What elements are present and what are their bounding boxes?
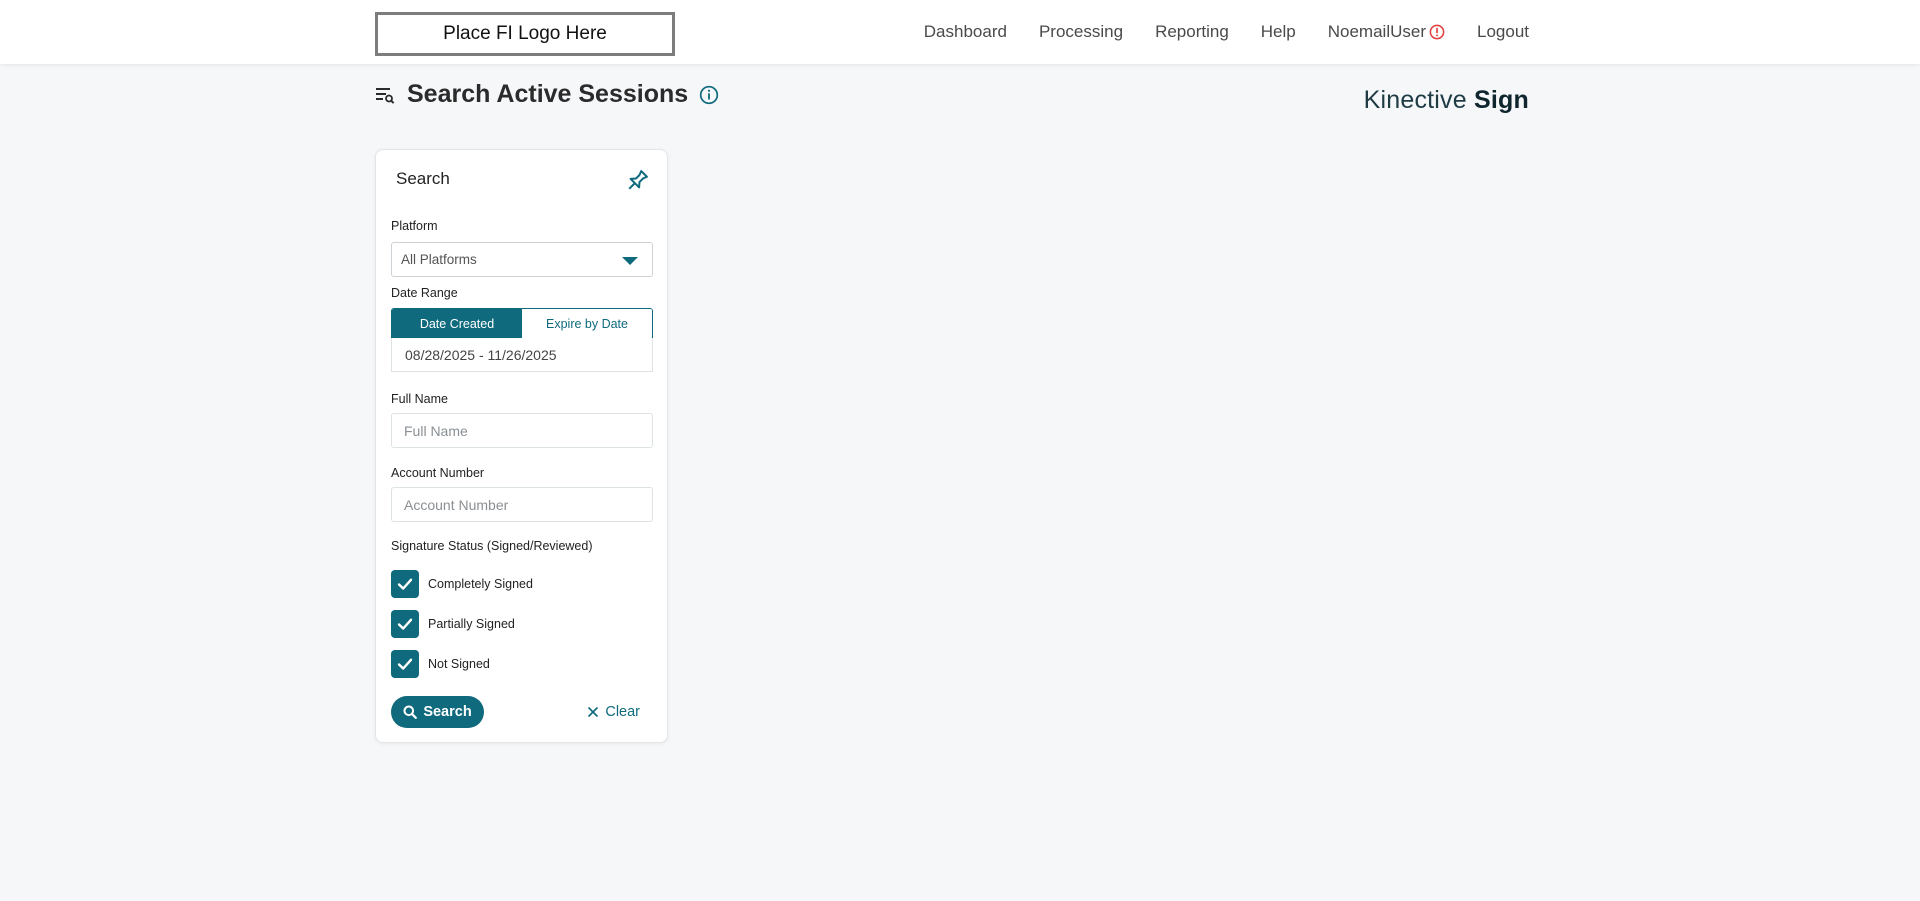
search-button-label: Search	[423, 704, 472, 720]
platform-label: Platform	[391, 219, 438, 233]
search-icon	[403, 705, 418, 719]
platform-select[interactable]: All Platforms	[391, 242, 653, 277]
partially-signed-label: Partially Signed	[428, 617, 515, 631]
clear-button[interactable]: Clear	[587, 696, 640, 728]
logo-text: Place FI Logo Here	[443, 23, 607, 44]
page-header: Search Active Sessions	[375, 80, 719, 109]
search-panel: Search Platform All Platforms Date Range…	[375, 149, 668, 743]
pin-icon[interactable]	[623, 167, 651, 195]
nav-logout[interactable]: Logout	[1477, 22, 1529, 42]
checkmark-icon	[397, 618, 413, 630]
not-signed-checkbox[interactable]	[391, 650, 419, 678]
clear-button-label: Clear	[605, 704, 640, 720]
kinective-sign-logo: Kinective Sign	[1364, 86, 1529, 115]
nav-reporting[interactable]: Reporting	[1155, 22, 1229, 42]
brand-name-bold: Sign	[1474, 86, 1529, 114]
nav-help[interactable]: Help	[1261, 22, 1296, 42]
brand-name-light: Kinective	[1363, 86, 1467, 114]
fi-logo-placeholder[interactable]: Place FI Logo Here	[375, 12, 675, 56]
completely-signed-label: Completely Signed	[428, 577, 533, 591]
main-nav: Dashboard Processing Reporting Help Noem…	[892, 0, 1529, 64]
search-button[interactable]: Search	[391, 696, 484, 728]
completely-signed-checkbox[interactable]	[391, 570, 419, 598]
full-name-label: Full Name	[391, 392, 448, 406]
checkmark-icon	[397, 658, 413, 670]
checkmark-icon	[397, 578, 413, 590]
nav-processing[interactable]: Processing	[1039, 22, 1123, 42]
date-range-field[interactable]: 08/28/2025 - 11/26/2025	[391, 338, 653, 372]
date-range-toggle: Date Created Expire by Date	[391, 308, 653, 338]
checkbox-row-partially-signed: Partially Signed	[391, 610, 515, 638]
platform-value: All Platforms	[401, 252, 477, 267]
signature-status-label: Signature Status (Signed/Reviewed)	[391, 539, 593, 553]
account-number-label: Account Number	[391, 466, 485, 480]
date-range-value: 08/28/2025 - 11/26/2025	[405, 346, 557, 363]
page-title: Search Active Sessions	[407, 80, 689, 108]
nav-dashboard[interactable]: Dashboard	[924, 22, 1007, 42]
chevron-down-icon	[622, 257, 638, 265]
search-panel-title: Search	[396, 169, 450, 188]
alert-circle-icon	[1429, 24, 1445, 40]
tab-date-created[interactable]: Date Created	[392, 309, 522, 338]
checkbox-row-completely-signed: Completely Signed	[391, 570, 533, 598]
partially-signed-checkbox[interactable]	[391, 610, 419, 638]
full-name-input[interactable]	[391, 413, 653, 448]
date-range-label: Date Range	[391, 286, 458, 300]
close-icon	[588, 706, 599, 718]
info-icon[interactable]	[699, 85, 719, 105]
checkbox-row-not-signed: Not Signed	[391, 650, 490, 678]
not-signed-label: Not Signed	[428, 657, 490, 671]
tab-expire-by-date[interactable]: Expire by Date	[522, 309, 652, 338]
filter-search-icon	[376, 87, 395, 104]
nav-user-menu[interactable]: NoemailUser	[1328, 22, 1445, 42]
top-navigation-bar: Place FI Logo Here Dashboard Processing …	[0, 0, 1920, 64]
account-number-input[interactable]	[391, 487, 653, 522]
username-label: NoemailUser	[1327, 22, 1426, 41]
